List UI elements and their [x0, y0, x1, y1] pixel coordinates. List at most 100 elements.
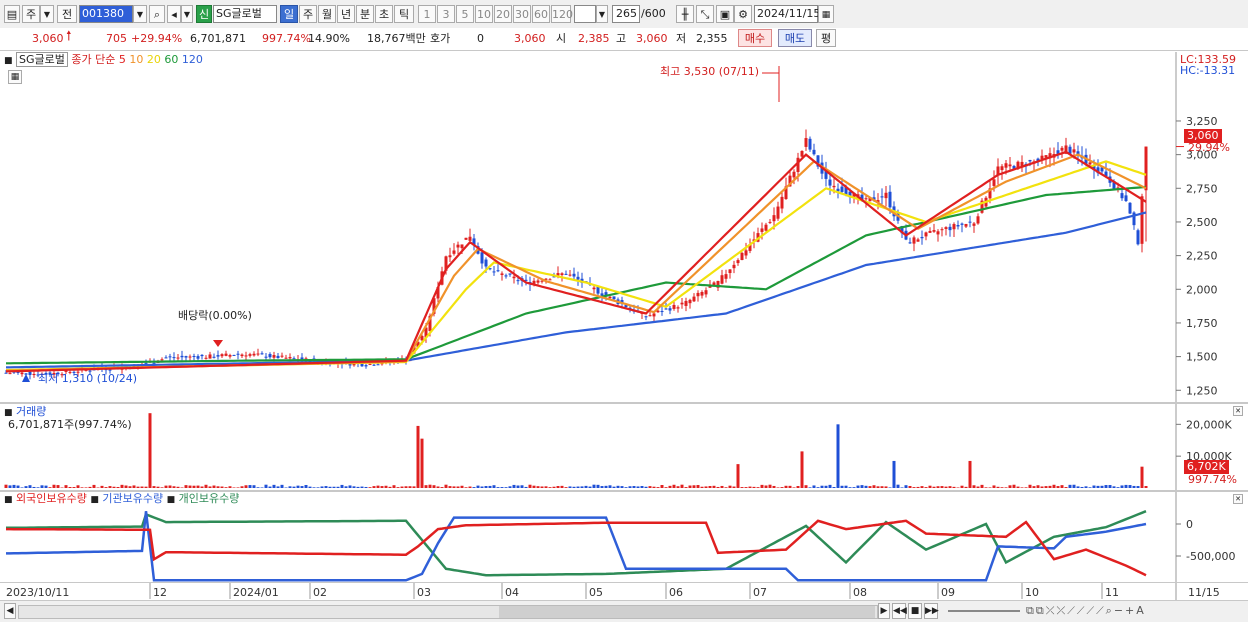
period-minute[interactable]: 분: [356, 5, 374, 23]
buy-button[interactable]: 매수: [738, 29, 772, 47]
candle-body: [177, 358, 180, 359]
candle-body: [293, 358, 296, 359]
stop-icon[interactable]: ■: [908, 603, 922, 619]
minute-120[interactable]: 120: [551, 5, 571, 23]
volume-bar: [881, 486, 884, 488]
candle-body: [181, 356, 184, 357]
draw-tool-icon[interactable]: ⤡: [696, 5, 714, 23]
period-second[interactable]: 초: [375, 5, 393, 23]
candle-body: [913, 237, 916, 243]
search-icon[interactable]: ⌕: [149, 5, 165, 23]
rewind-icon[interactable]: ◀◀: [892, 603, 906, 619]
volume-bar: [953, 487, 956, 488]
custom-period-input[interactable]: [574, 5, 596, 23]
volume-bar: [717, 487, 720, 488]
legend-stock-name[interactable]: SG글로벌: [16, 52, 68, 67]
volume-bar: [321, 486, 324, 488]
close-icon[interactable]: ✕: [1233, 494, 1243, 504]
scrollbar-track[interactable]: [18, 605, 878, 619]
candle-type-icon[interactable]: ╫: [676, 5, 694, 23]
zoom-slider[interactable]: [948, 610, 1020, 612]
price-change-pct: +29.94%: [131, 32, 182, 46]
candle-body: [865, 198, 868, 199]
volume-bar: [381, 486, 384, 488]
volume-bar: [537, 486, 540, 488]
volume-bar: [137, 487, 140, 488]
code-dropdown-icon[interactable]: ▼: [133, 5, 147, 23]
close-icon[interactable]: ✕: [1233, 406, 1243, 416]
minute-1[interactable]: 1: [418, 5, 436, 23]
volume-bar: [429, 485, 432, 488]
minute-3[interactable]: 3: [437, 5, 455, 23]
minute-60[interactable]: 60: [532, 5, 550, 23]
x-tick-label: 06: [669, 586, 683, 599]
volume-bar: [713, 486, 716, 488]
market-select[interactable]: 주: [22, 5, 40, 23]
scroll-right-icon[interactable]: ▶: [878, 603, 890, 619]
candle-body: [1089, 162, 1092, 164]
count-input[interactable]: 265: [612, 5, 640, 23]
table-icon[interactable]: ▦: [8, 70, 22, 84]
period-year[interactable]: 년: [337, 5, 355, 23]
candle-body: [185, 356, 188, 357]
custom-period-dropdown-icon[interactable]: ▼: [596, 5, 608, 23]
volume-bar: [981, 485, 984, 488]
scrollbar-thumb[interactable]: [499, 606, 875, 618]
volume-bar: [805, 485, 808, 488]
volume-bar: [933, 487, 936, 488]
candle-body: [677, 307, 680, 308]
candle-body: [961, 224, 964, 225]
ma60-line: [6, 187, 1146, 363]
candle-body: [921, 237, 924, 238]
volume-bar: [721, 486, 724, 488]
volume-bar: [585, 486, 588, 488]
chart-tools-icons[interactable]: ⧉⧉⤫⤫⟋⟋⟋⟋⌕−+A: [1026, 604, 1146, 618]
candle-body: [957, 225, 960, 226]
period-day[interactable]: 일: [280, 5, 298, 23]
candle-body: [233, 355, 236, 356]
volume-bar: [81, 487, 84, 488]
y-tick-label: 2,250: [1186, 250, 1218, 263]
volume-bar: [589, 487, 592, 488]
volume-bar: [249, 485, 252, 488]
prev-button[interactable]: 전: [57, 5, 77, 23]
forward-icon[interactable]: ▶▶: [924, 603, 938, 619]
volume-bar: [113, 487, 116, 488]
period-tick[interactable]: 틱: [394, 5, 414, 23]
volume-bar: [93, 485, 96, 488]
minute-10[interactable]: 10: [475, 5, 493, 23]
sell-button[interactable]: 매도: [778, 29, 812, 47]
dividend-arrow: [213, 340, 223, 347]
minute-20[interactable]: 20: [494, 5, 512, 23]
date-input[interactable]: 2024/11/15: [754, 5, 818, 23]
candle-body: [557, 273, 560, 275]
volume-bar: [913, 487, 916, 488]
last-volume-pct: 997.74%: [1188, 473, 1237, 487]
avg-button[interactable]: 평: [816, 29, 836, 47]
volume-bar: [797, 486, 800, 488]
period-month[interactable]: 월: [318, 5, 336, 23]
minute-30[interactable]: 30: [513, 5, 531, 23]
save-icon[interactable]: ▣: [716, 5, 734, 23]
volume-bar: [9, 485, 12, 488]
period-week[interactable]: 주: [299, 5, 317, 23]
minute-5[interactable]: 5: [456, 5, 474, 23]
volume-bar: [941, 486, 944, 488]
speaker-dropdown-icon[interactable]: ▼: [181, 5, 193, 23]
candle-body: [369, 364, 372, 365]
volume-bar: [569, 486, 572, 488]
candle-body: [681, 303, 684, 305]
window-menu-icon[interactable]: ▤: [4, 5, 20, 23]
code-input[interactable]: 001380: [79, 5, 133, 23]
speaker-icon[interactable]: ◂: [167, 5, 181, 23]
gear-icon[interactable]: ⚙: [734, 5, 752, 23]
volume-bar: [869, 486, 872, 488]
market-dropdown-icon[interactable]: ▼: [40, 5, 54, 23]
volume-bar: [685, 487, 688, 488]
scroll-left-icon[interactable]: ◀: [4, 603, 16, 619]
calendar-icon[interactable]: ▦: [818, 5, 834, 23]
volume-bar: [341, 485, 344, 488]
candle-body: [461, 244, 464, 248]
x-axis: 2023/10/11122024/01020304050607080910111…: [0, 582, 1248, 601]
volume-bar: [577, 487, 580, 488]
